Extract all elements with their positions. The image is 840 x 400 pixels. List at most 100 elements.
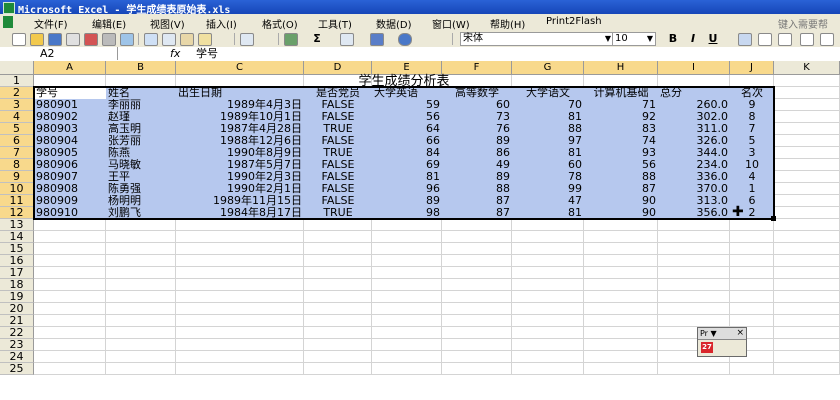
grid-cell[interactable] — [304, 351, 372, 363]
data-cell[interactable]: 60 — [512, 159, 584, 171]
grid-cell[interactable] — [512, 243, 584, 255]
data-cell[interactable]: 陈燕 — [106, 147, 176, 159]
header-cell[interactable]: 大学英语 — [372, 87, 442, 99]
data-cell[interactable]: 60 — [442, 99, 512, 111]
grid-cell[interactable] — [584, 327, 658, 339]
grid-cell[interactable] — [304, 231, 372, 243]
data-cell[interactable]: 高玉明 — [106, 123, 176, 135]
grid-cell[interactable] — [34, 243, 106, 255]
data-cell[interactable]: 56 — [584, 159, 658, 171]
grid-cell[interactable] — [774, 255, 840, 267]
column-header-j[interactable]: J — [730, 61, 774, 75]
data-cell[interactable]: 74 — [584, 135, 658, 147]
data-cell[interactable]: 980908 — [34, 183, 106, 195]
calendar-icon[interactable]: 27 — [701, 342, 713, 353]
grid-cell[interactable] — [584, 255, 658, 267]
grid-cell[interactable] — [658, 303, 730, 315]
data-cell[interactable]: 1989年11月15日 — [176, 195, 304, 207]
data-cell[interactable]: 980905 — [34, 147, 106, 159]
data-cell[interactable]: FALSE — [304, 159, 372, 171]
grid-cell[interactable] — [304, 291, 372, 303]
data-cell[interactable]: 李丽丽 — [106, 99, 176, 111]
data-cell[interactable]: 234.0 — [658, 159, 730, 171]
grid-cell[interactable] — [512, 363, 584, 375]
data-cell[interactable]: 1989年10月1日 — [176, 111, 304, 123]
data-cell[interactable]: 980909 — [34, 195, 106, 207]
data-cell[interactable]: FALSE — [304, 111, 372, 123]
grid-cell[interactable] — [106, 267, 176, 279]
menu-data[interactable]: 数据(D) — [376, 16, 412, 31]
grid-cell[interactable] — [304, 255, 372, 267]
data-cell[interactable]: 81 — [512, 147, 584, 159]
undo-icon[interactable] — [240, 33, 254, 46]
grid-cell[interactable] — [584, 291, 658, 303]
grid-cell[interactable] — [176, 219, 304, 231]
header-cell[interactable]: 名次 — [730, 87, 774, 99]
menu-format[interactable]: 格式(O) — [262, 16, 298, 31]
data-cell[interactable]: 260.0 — [658, 99, 730, 111]
header-cell[interactable]: 大学语文 — [512, 87, 584, 99]
grid-cell[interactable] — [774, 291, 840, 303]
close-icon[interactable]: × — [736, 328, 744, 339]
grid-cell[interactable] — [512, 291, 584, 303]
grid-cell[interactable] — [774, 351, 840, 363]
data-cell[interactable]: 刘鹏飞 — [106, 207, 176, 219]
header-cell[interactable]: 姓名 — [106, 87, 176, 99]
grid-cell[interactable] — [176, 339, 304, 351]
grid-cell[interactable] — [442, 231, 512, 243]
grid-cell[interactable] — [442, 267, 512, 279]
grid-cell[interactable] — [774, 363, 840, 375]
grid-cell[interactable] — [372, 291, 442, 303]
grid-cell[interactable] — [176, 291, 304, 303]
data-cell[interactable]: 90 — [584, 195, 658, 207]
grid-cell[interactable] — [176, 303, 304, 315]
grid-cell[interactable] — [304, 279, 372, 291]
data-cell[interactable]: 马晓敏 — [106, 159, 176, 171]
data-cell[interactable]: TRUE — [304, 207, 372, 219]
data-cell[interactable]: 83 — [584, 123, 658, 135]
grid-cell[interactable] — [658, 315, 730, 327]
grid-cell[interactable] — [372, 255, 442, 267]
header-cell[interactable]: 学号 — [34, 87, 106, 99]
data-cell[interactable]: 1990年2月3日 — [176, 171, 304, 183]
data-cell[interactable]: 5 — [730, 135, 774, 147]
grid-cell[interactable] — [372, 231, 442, 243]
grid-cell[interactable] — [512, 339, 584, 351]
grid-cell[interactable] — [106, 291, 176, 303]
grid-cell[interactable] — [34, 351, 106, 363]
data-cell[interactable]: 9 — [730, 99, 774, 111]
data-cell[interactable]: 313.0 — [658, 195, 730, 207]
data-cell[interactable]: 86 — [442, 147, 512, 159]
grid-cell[interactable] — [584, 315, 658, 327]
grid-cell[interactable] — [774, 339, 840, 351]
grid-cell[interactable] — [442, 279, 512, 291]
column-header-d[interactable]: D — [304, 61, 372, 75]
grid-cell[interactable] — [774, 135, 840, 147]
header-cell[interactable]: 是否党员 — [304, 87, 372, 99]
grid-cell[interactable] — [34, 291, 106, 303]
grid-cell[interactable] — [774, 267, 840, 279]
grid-cell[interactable] — [774, 111, 840, 123]
grid-cell[interactable] — [730, 255, 774, 267]
data-cell[interactable]: FALSE — [304, 195, 372, 207]
data-cell[interactable]: 980910 — [34, 207, 106, 219]
grid-cell[interactable] — [442, 339, 512, 351]
data-cell[interactable]: 370.0 — [658, 183, 730, 195]
grid-cell[interactable] — [34, 303, 106, 315]
grid-cell[interactable] — [372, 219, 442, 231]
data-cell[interactable]: 84 — [372, 147, 442, 159]
cut-icon[interactable] — [144, 33, 158, 46]
paste-icon[interactable] — [180, 33, 194, 46]
data-cell[interactable]: 3 — [730, 147, 774, 159]
grid-cell[interactable] — [730, 363, 774, 375]
data-cell[interactable]: 杨明明 — [106, 195, 176, 207]
sort-ascending-icon[interactable] — [340, 33, 354, 46]
data-cell[interactable]: TRUE — [304, 123, 372, 135]
grid-cell[interactable] — [774, 207, 840, 219]
data-cell[interactable]: 64 — [372, 123, 442, 135]
grid-cell[interactable] — [372, 363, 442, 375]
data-cell[interactable]: 10 — [730, 159, 774, 171]
grid-cell[interactable] — [512, 219, 584, 231]
grid-cell[interactable] — [512, 231, 584, 243]
grid-cell[interactable] — [512, 327, 584, 339]
